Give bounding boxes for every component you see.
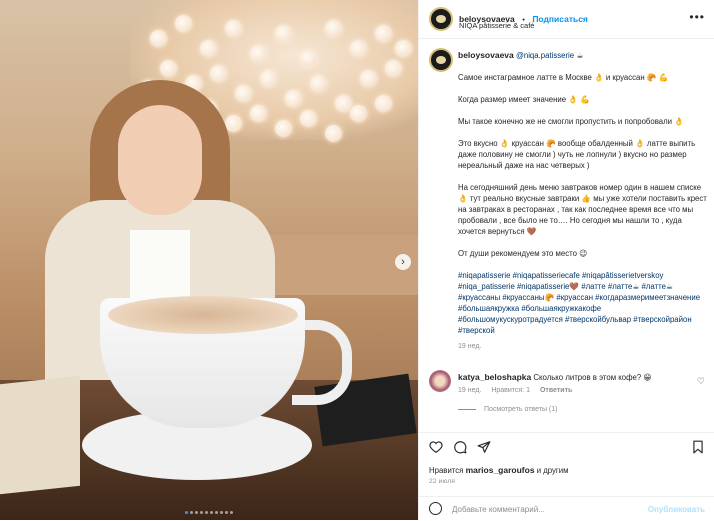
chandelier-bulb — [335, 95, 352, 112]
post-caption: beloysovaeva @niqa.patisserie ☕ Самое ин… — [458, 50, 708, 352]
save-bookmark-icon[interactable] — [691, 440, 705, 454]
like-heart-icon[interactable] — [429, 440, 443, 454]
caption-spacer — [458, 171, 708, 182]
publish-button[interactable]: Опубликовать — [648, 505, 705, 514]
caption-line: Когда размер имеет значение 👌 💪 — [458, 95, 590, 104]
chandelier-bulb — [285, 90, 302, 107]
chandelier-bulb — [275, 120, 292, 137]
post-side-panel: beloysovaeva • Подписаться NIQA pâtisser… — [418, 0, 714, 520]
chandelier-bulb — [300, 110, 317, 127]
carousel-dot — [210, 511, 213, 514]
carousel-dot — [230, 511, 233, 514]
chandelier-bulb — [225, 20, 242, 37]
chandelier-bulb — [250, 45, 267, 62]
view-replies-button[interactable]: Посмотреть ответы (1) — [484, 406, 558, 413]
caption-line: На сегодняшний день меню завтраков номер… — [458, 183, 707, 236]
likes-suffix[interactable]: и другим — [537, 466, 569, 475]
location-link[interactable]: NIQA pâtisserie & café — [459, 21, 534, 30]
commenter-avatar[interactable] — [429, 370, 451, 392]
chandelier-bulb — [250, 105, 267, 122]
more-dots-icon[interactable]: ••• — [689, 10, 705, 24]
commenter-username[interactable]: katya_beloshapka — [458, 372, 531, 382]
chandelier-bulb — [375, 25, 392, 42]
chandelier-bulb — [260, 70, 277, 87]
instagram-post-modal: › beloysovaeva • Подписаться NIQA pâtiss… — [0, 0, 714, 520]
carousel-dot — [215, 511, 218, 514]
caption-author-avatar[interactable] — [429, 48, 453, 72]
chandelier-bulb — [395, 40, 412, 57]
comment-text: Сколько литров в этом кофе? 😁 — [533, 373, 652, 382]
chandelier-bulb — [200, 40, 217, 57]
post-photo[interactable]: › — [0, 0, 418, 520]
caption-spacer — [458, 237, 708, 248]
chandelier-bulb — [385, 60, 402, 77]
carousel-dot — [205, 511, 208, 514]
add-comment-bar: Добавьте комментарий... Опубликовать — [419, 496, 714, 521]
author-avatar[interactable] — [429, 7, 453, 31]
chandelier-bulb — [350, 40, 367, 57]
chandelier-bulb — [275, 25, 292, 42]
chandelier-bulb — [375, 95, 392, 112]
carousel-dot — [225, 511, 228, 514]
caption-mention[interactable]: @niqa.patisserie — [516, 51, 574, 60]
latte-foam — [108, 296, 298, 334]
bar-counter — [250, 235, 418, 295]
post-date[interactable]: 22 июля — [429, 478, 455, 485]
carousel-dot — [220, 511, 223, 514]
follow-button[interactable]: Подписаться — [532, 14, 588, 24]
comment-input[interactable]: Добавьте комментарий... — [452, 505, 545, 514]
caption-spacer — [458, 127, 708, 138]
caption-username[interactable]: beloysovaeva — [458, 50, 514, 60]
caption-line: От души рекомендуем это место 😉 — [458, 249, 588, 258]
chandelier-bulb — [350, 105, 367, 122]
likes-user[interactable]: marios_garoufos — [466, 465, 535, 475]
chandelier-bulb — [210, 65, 227, 82]
coffee-emoji: ☕ — [576, 51, 584, 60]
comment-bubble-icon[interactable] — [453, 440, 467, 454]
carousel-dot — [185, 511, 188, 514]
caption-spacer — [458, 83, 708, 94]
post-header: beloysovaeva • Подписаться NIQA pâtisser… — [419, 0, 714, 39]
chandelier-bulb — [175, 15, 192, 32]
carousel-dot — [190, 511, 193, 514]
share-send-icon[interactable] — [477, 440, 491, 454]
carousel-dots — [0, 511, 418, 514]
caption-spacer — [458, 105, 708, 116]
chandelier-bulb — [360, 70, 377, 87]
caption-line: Самое инстаграмное латте в Москве 👌 и кр… — [458, 73, 669, 82]
chandelier-bulb — [325, 125, 342, 142]
napkin — [0, 375, 80, 495]
comment-like-heart-icon[interactable]: ♡ — [697, 376, 705, 387]
chandelier-bulb — [300, 50, 317, 67]
emoji-smile-icon[interactable] — [429, 502, 442, 515]
likes-prefix: Нравится — [429, 466, 464, 475]
comment-age: 19 нед. — [458, 387, 482, 394]
carousel-dot — [195, 511, 198, 514]
caption-line: Это вкусно 👌 круассан 🥐 вообще обалденны… — [458, 139, 696, 170]
caption-hashtags[interactable]: #niqapatisserie #niqapatisseriecafe #niq… — [458, 270, 708, 336]
chandelier-bulb — [235, 85, 252, 102]
carousel-dot — [200, 511, 203, 514]
chandelier-bulb — [325, 20, 342, 37]
caption-spacer — [458, 259, 708, 270]
carousel-next-button[interactable]: › — [395, 254, 411, 270]
chandelier-bulb — [310, 75, 327, 92]
chandelier-bulb — [150, 30, 167, 47]
likes-summary: Нравится marios_garoufos и другим — [429, 465, 569, 475]
chandelier-bulb — [225, 115, 242, 132]
caption-line: Мы такое конечно же не смогли пропустить… — [458, 117, 684, 126]
person-face — [118, 105, 202, 215]
chandelier-bulb — [160, 60, 177, 77]
comment-likes[interactable]: Нравится: 1 — [491, 387, 530, 394]
caption-age: 19 нед. — [458, 343, 482, 350]
comment-reply-button[interactable]: Ответить — [540, 387, 572, 394]
